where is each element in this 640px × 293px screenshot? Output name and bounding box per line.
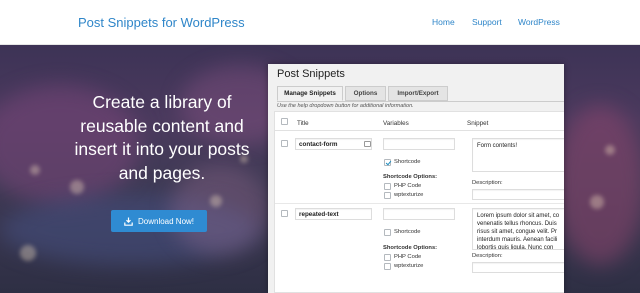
plugin-admin-screenshot: Post Snippets Manage Snippets Options Im… — [268, 64, 564, 293]
tab-options[interactable]: Options — [345, 86, 386, 101]
description-label: Description: — [472, 253, 503, 259]
variables-input[interactable] — [383, 138, 455, 150]
plugin-page-title: Post Snippets — [277, 68, 345, 80]
table-header-row: Title Variables Snippet — [275, 112, 564, 131]
column-header-variables: Variables — [383, 120, 409, 127]
download-now-label: Download Now! — [137, 216, 195, 226]
tab-divider — [277, 101, 564, 102]
download-now-button[interactable]: Download Now! — [111, 210, 207, 232]
shortcode-options-label: Shortcode Options: — [383, 174, 438, 180]
bokeh-light — [30, 165, 40, 175]
shortcode-label: Shortcode — [394, 229, 421, 235]
tab-import-export[interactable]: Import/Export — [388, 86, 448, 101]
variables-input[interactable] — [383, 208, 455, 220]
description-input[interactable] — [472, 262, 564, 273]
help-text: Use the help dropdown button for additio… — [277, 103, 414, 109]
bokeh-light — [210, 195, 222, 207]
snippet-title-input[interactable]: repeated-text — [295, 208, 372, 220]
row-divider — [275, 203, 564, 204]
snippet-title-input[interactable]: contact-form — [295, 138, 372, 150]
shortcode-checkbox[interactable] — [384, 229, 391, 236]
bokeh-light — [605, 145, 615, 155]
shortcode-label: Shortcode — [394, 159, 421, 165]
php-code-label: PHP Code — [394, 254, 422, 260]
wptexturize-checkbox[interactable] — [384, 263, 391, 270]
bokeh-light — [20, 245, 36, 261]
php-code-label: PHP Code — [394, 183, 422, 189]
shortcode-options-label: Shortcode Options: — [383, 245, 438, 251]
php-code-checkbox[interactable] — [384, 183, 391, 190]
hero-headline: Create a library of reusable content and… — [74, 92, 250, 183]
php-code-checkbox[interactable] — [384, 254, 391, 261]
nav-wordpress-link[interactable]: WordPress — [518, 17, 560, 27]
snippet-textarea[interactable]: Lorem ipsum dolor sit amet, co venenatis… — [472, 208, 564, 250]
snippet-textarea[interactable]: Form contents! — [472, 138, 564, 172]
column-header-snippet: Snippet — [467, 120, 489, 127]
nav-home-link[interactable]: Home — [432, 17, 455, 27]
description-label: Description: — [472, 180, 503, 186]
main-nav: Home Support WordPress — [0, 17, 640, 31]
shortcode-checkbox[interactable] — [384, 159, 391, 166]
nav-support-link[interactable]: Support — [472, 17, 502, 27]
column-header-title: Title — [297, 120, 309, 127]
wptexturize-label: wptexturize — [394, 263, 424, 269]
wptexturize-label: wptexturize — [394, 192, 424, 198]
hero-section: Create a library of reusable content and… — [0, 45, 640, 293]
select-all-checkbox[interactable] — [281, 118, 288, 125]
description-input[interactable] — [472, 189, 564, 200]
shortcode-icon[interactable] — [364, 141, 371, 147]
snippets-table: Title Variables Snippet contact-form For… — [274, 111, 564, 293]
row-select-checkbox[interactable] — [281, 140, 288, 147]
bokeh-light — [590, 195, 604, 209]
row-select-checkbox[interactable] — [281, 210, 288, 217]
top-navigation-bar: Post Snippets for WordPress Home Support… — [0, 0, 640, 45]
tab-manage-snippets[interactable]: Manage Snippets — [277, 86, 343, 101]
hero-background-glow — [555, 105, 640, 265]
download-icon — [124, 217, 133, 226]
wptexturize-checkbox[interactable] — [384, 192, 391, 199]
